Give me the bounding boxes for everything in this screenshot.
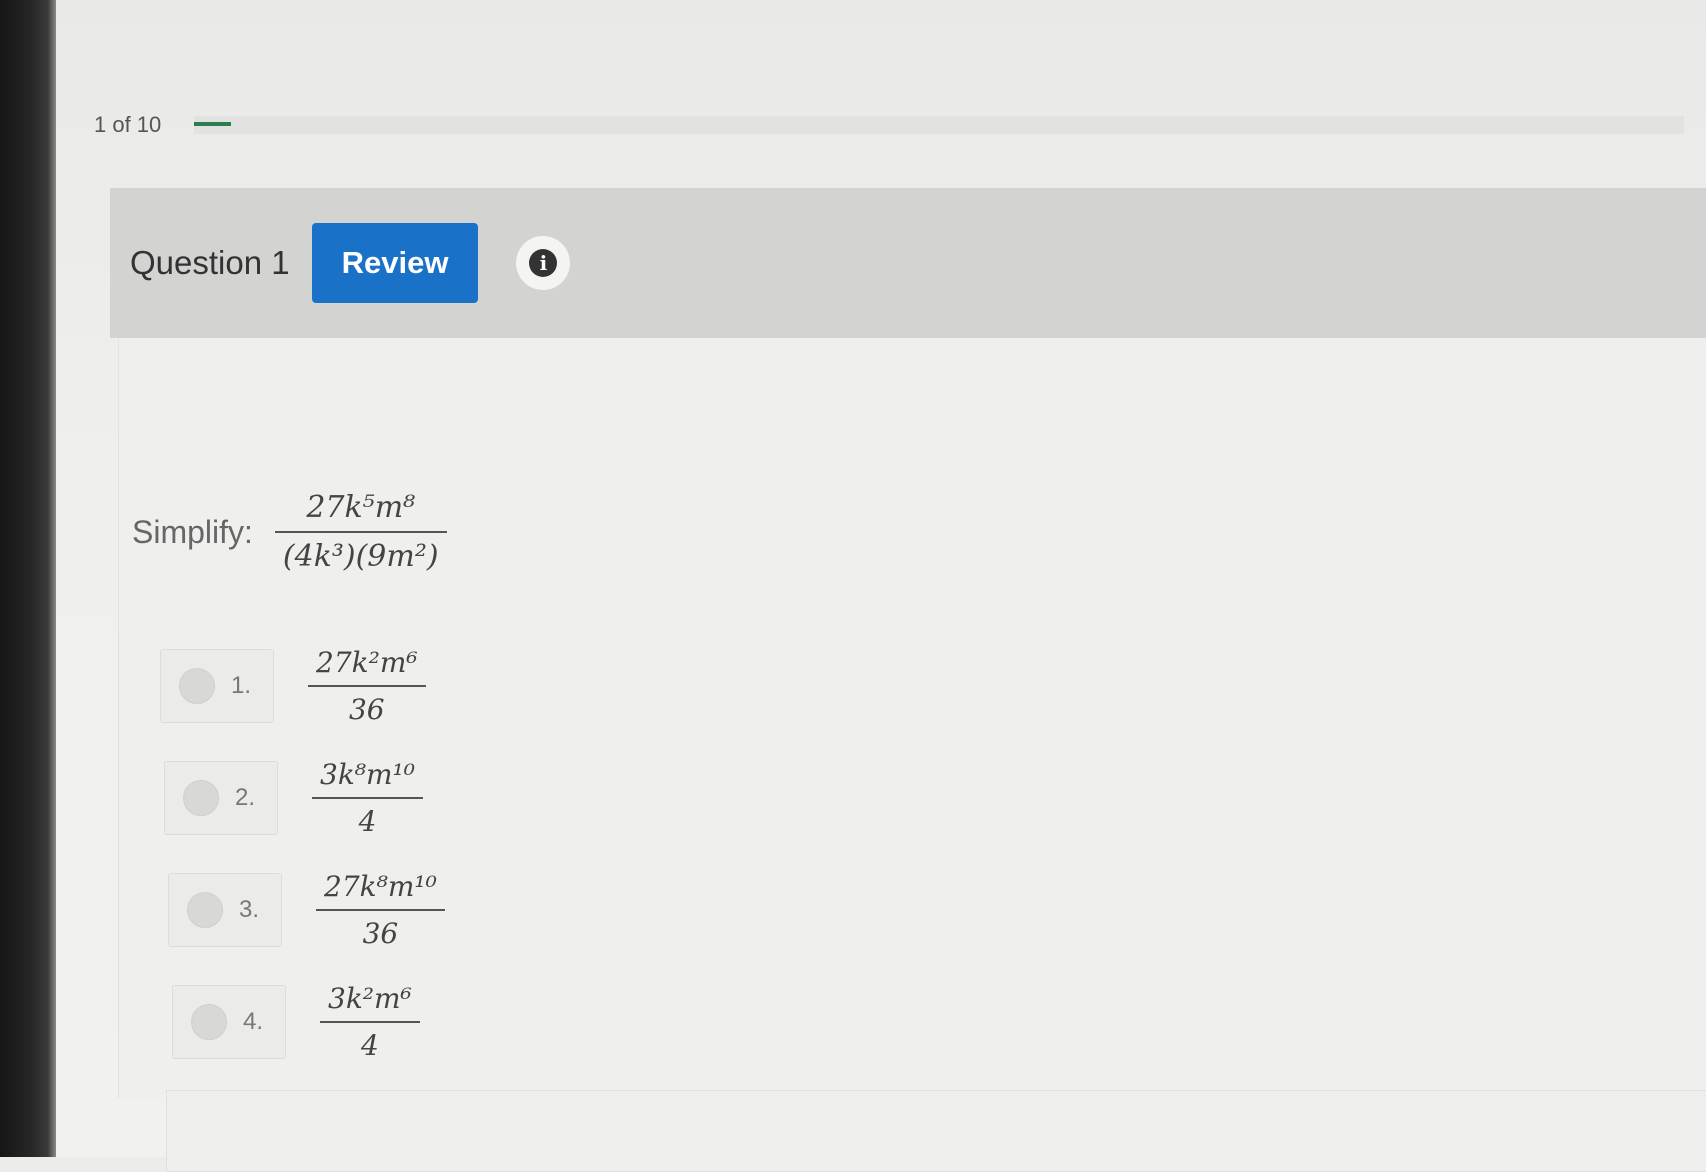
radio-button[interactable] [179, 668, 215, 704]
answer-option-3[interactable]: 3. 27k⁸m¹⁰ 36 [168, 870, 445, 950]
option-selector[interactable]: 1. [160, 649, 274, 723]
fraction-bar [308, 685, 426, 687]
progress-text: 1 of 10 [94, 112, 162, 137]
option-fraction: 3k⁸m¹⁰ 4 [312, 758, 424, 838]
fraction-bar [274, 531, 447, 533]
fraction-bar [316, 909, 445, 911]
option-numerator: 3k²m⁶ [328, 982, 412, 1015]
next-panel [166, 1090, 1706, 1172]
option-fraction: 27k⁸m¹⁰ 36 [316, 870, 445, 950]
option-fraction: 27k²m⁶ 36 [308, 646, 426, 726]
option-selector[interactable]: 2. [164, 761, 278, 835]
option-numerator: 3k⁸m¹⁰ [320, 758, 416, 791]
option-denominator: 4 [360, 1029, 379, 1062]
option-denominator: 36 [362, 917, 399, 950]
review-button[interactable]: Review [311, 223, 479, 303]
progress-bar [194, 116, 1684, 134]
question-label: Question 1 [130, 244, 290, 281]
option-numerator: 27k⁸m¹⁰ [324, 870, 437, 903]
option-selector[interactable]: 3. [168, 873, 282, 947]
question-stem: Simplify: 27k⁵m⁸ (4k³)(9m²) [132, 490, 447, 574]
answer-option-1[interactable]: 1. 27k²m⁶ 36 [160, 646, 426, 726]
option-denominator: 36 [348, 693, 385, 726]
radio-button[interactable] [191, 1004, 227, 1040]
option-number: 3. [239, 896, 260, 923]
option-number: 2. [235, 784, 256, 811]
progress-row: 1 of 10 [94, 110, 1684, 140]
answer-option-2[interactable]: 2. 3k⁸m¹⁰ 4 [164, 758, 424, 838]
progress-fill [194, 122, 232, 126]
stem-denominator: (4k³)(9m²) [282, 539, 439, 574]
option-number: 1. [231, 672, 252, 699]
option-fraction: 3k²m⁶ 4 [320, 982, 420, 1062]
info-icon[interactable]: i [516, 236, 571, 290]
option-selector[interactable]: 4. [172, 985, 286, 1059]
option-number: 4. [243, 1008, 264, 1035]
answer-option-4[interactable]: 4. 3k²m⁶ 4 [172, 982, 420, 1062]
fraction-bar [312, 797, 424, 799]
info-glyph: i [529, 249, 558, 277]
stem-numerator: 27k⁵m⁸ [306, 490, 416, 525]
radio-button[interactable] [187, 892, 223, 928]
stem-fraction: 27k⁵m⁸ (4k³)(9m²) [274, 490, 447, 574]
fraction-bar [320, 1021, 420, 1023]
stem-label: Simplify: [132, 513, 253, 550]
monitor-bezel [0, 0, 56, 1157]
radio-button[interactable] [183, 780, 219, 816]
option-numerator: 27k²m⁶ [316, 646, 418, 679]
question-header: Question 1 Review i [110, 188, 1706, 338]
option-denominator: 4 [358, 805, 377, 838]
